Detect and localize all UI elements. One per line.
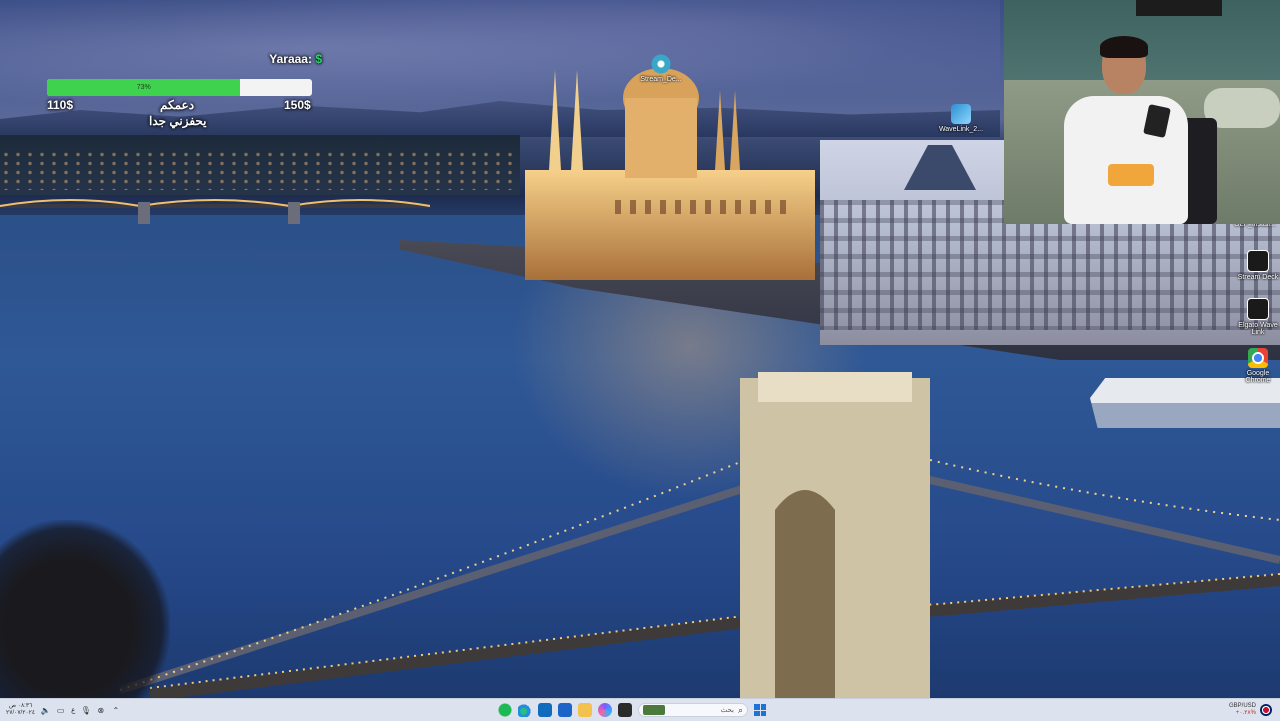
desktop-icon-label: Stream Deck bbox=[1237, 274, 1279, 281]
donation-min-label: 110$ bbox=[47, 98, 74, 112]
far-bridge bbox=[0, 199, 430, 224]
donation-progress-bar: 73% bbox=[47, 79, 312, 96]
stream-deck-installer-icon[interactable]: Stream_De... bbox=[629, 54, 693, 83]
elgato-wave-link-shortcut[interactable]: Elgato Wave Link bbox=[1236, 298, 1280, 336]
donation-message-line2: يحفزني جدا bbox=[149, 114, 207, 128]
outlook-icon[interactable] bbox=[538, 703, 552, 717]
wavelink-installer-icon[interactable]: WaveLink_2... bbox=[929, 104, 993, 133]
clock-date: ٢٧/٠٧/٢٠٢٤ bbox=[6, 710, 36, 716]
taskbar-clock[interactable]: ٠٨:٣٦ ص ٢٧/٠٧/٢٠٢٤ bbox=[6, 703, 35, 717]
donation-progress-fill: 73% bbox=[47, 79, 241, 96]
widgets-ticker[interactable]: GBP/USD +٠.٢٨% bbox=[1229, 701, 1272, 719]
webcam-overlay bbox=[1004, 0, 1280, 224]
system-tray: ٠٨:٣٦ ص ٢٧/٠٧/٢٠٢٤ 🔈 ▭ ع 🎙 ⊗ ⌃ bbox=[6, 701, 120, 719]
taskbar-apps: بحث ⌕ bbox=[498, 701, 766, 719]
stream-deck-app-icon bbox=[1247, 250, 1269, 272]
uk-flag-icon bbox=[1260, 704, 1272, 716]
google-chrome-shortcut[interactable]: Google Chrome bbox=[1236, 348, 1280, 384]
donation-title-text: Yaraaa: bbox=[269, 52, 312, 66]
terminal-icon[interactable] bbox=[618, 703, 632, 717]
chrome-icon bbox=[1248, 348, 1268, 368]
microphone-icon[interactable]: 🎙 bbox=[81, 706, 91, 715]
search-icon: ⌕ bbox=[737, 704, 743, 715]
file-explorer-icon[interactable] bbox=[578, 703, 592, 717]
search-placeholder: بحث bbox=[720, 707, 734, 714]
desktop-icon-label: Stream_De... bbox=[640, 76, 682, 83]
edge-icon[interactable] bbox=[518, 703, 532, 717]
phone bbox=[1143, 104, 1171, 138]
donation-message-line1: دعمكم bbox=[160, 98, 195, 112]
clock-time: ٠٨:٣٦ ص bbox=[8, 703, 33, 709]
tree-silhouette bbox=[0, 520, 170, 698]
streamer bbox=[1064, 36, 1194, 224]
spotify-icon[interactable] bbox=[498, 703, 512, 717]
ticker-change: +٠.٢٨% bbox=[1235, 710, 1256, 716]
start-button[interactable] bbox=[754, 704, 766, 716]
donation-max-label: 150$ bbox=[284, 98, 311, 112]
language-indicator[interactable]: ع bbox=[71, 706, 75, 714]
parliament-building bbox=[525, 68, 815, 280]
donation-progress-label: 73% bbox=[136, 84, 151, 91]
chevron-up-icon[interactable]: ⌃ bbox=[111, 706, 120, 715]
desktop-icon-label: Elgato Wave Link bbox=[1238, 322, 1278, 336]
ticker-symbol: GBP/USD bbox=[1228, 703, 1256, 709]
network-icon[interactable]: ▭ bbox=[56, 706, 65, 715]
tray-app-icon[interactable]: ⊗ bbox=[96, 706, 105, 715]
volume-icon[interactable]: 🔈 bbox=[41, 706, 51, 715]
jersey-sponsor-logo bbox=[1108, 164, 1154, 186]
stream-deck-shortcut[interactable]: Stream Deck bbox=[1236, 250, 1280, 281]
desktop-icon-label: Google Chrome bbox=[1245, 370, 1271, 384]
taskbar-search[interactable]: بحث ⌕ bbox=[638, 703, 748, 717]
wave-link-app-icon bbox=[1247, 298, 1269, 320]
taskbar: ٠٨:٣٦ ص ٢٧/٠٧/٢٠٢٤ 🔈 ▭ ع 🎙 ⊗ ⌃ بحث ⌕ GBP… bbox=[0, 698, 1280, 721]
city-lights bbox=[0, 150, 520, 190]
streamer-jersey bbox=[1064, 96, 1188, 224]
store-icon[interactable] bbox=[558, 703, 572, 717]
copilot-icon[interactable] bbox=[598, 703, 612, 717]
webcam-picture-frame bbox=[1136, 0, 1222, 16]
chain-bridge bbox=[118, 372, 1280, 698]
wavelink-icon bbox=[951, 104, 971, 124]
search-highlight-icon bbox=[643, 705, 665, 715]
desktop-icon-label: WaveLink_2... bbox=[938, 126, 984, 133]
donation-title: Yaraaa: $ bbox=[269, 52, 322, 66]
stream-deck-icon bbox=[651, 54, 671, 74]
currency-ticker: GBP/USD +٠.٢٨% bbox=[1229, 703, 1256, 717]
dollar-icon: $ bbox=[315, 52, 322, 66]
streamer-hair bbox=[1100, 36, 1148, 58]
